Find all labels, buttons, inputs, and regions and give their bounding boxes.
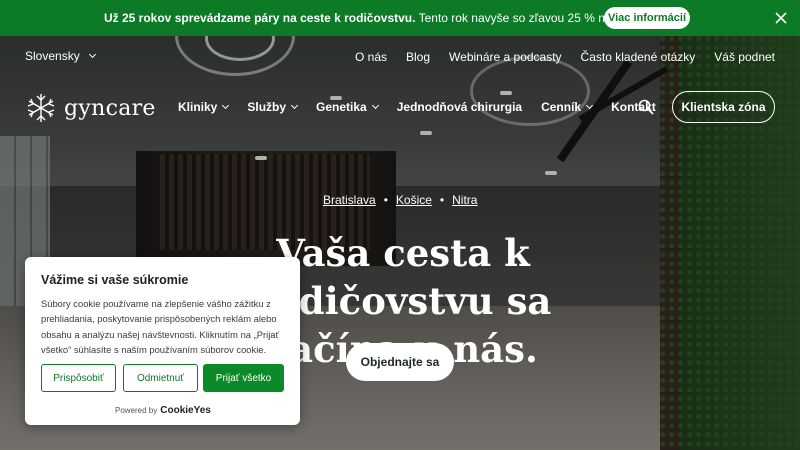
language-label: Slovensky — [25, 49, 80, 63]
brand-name: gyncare — [64, 95, 156, 121]
location-bratislava[interactable]: Bratislava — [323, 193, 376, 207]
location-kosice[interactable]: Košice — [396, 193, 432, 207]
link-faq[interactable]: Často kladené otázky — [581, 50, 696, 64]
nav-label: Jednodňová chirurgia — [396, 100, 523, 114]
search-icon[interactable] — [638, 99, 654, 115]
location-nitra[interactable]: Nitra — [452, 193, 477, 207]
announcement-text: Už 25 rokov sprevádzame páry na ceste k … — [104, 11, 670, 25]
link-blog[interactable]: Blog — [406, 50, 430, 64]
cookie-description: Súbory cookie používame na zlepšenie váš… — [41, 298, 280, 355]
cookie-reject-button[interactable]: Odmietnuť — [123, 364, 198, 392]
cookie-customize-button[interactable]: Prispôsobiť — [41, 364, 116, 392]
close-icon[interactable] — [774, 11, 788, 25]
cookie-title: Vážime si vaše súkromie — [41, 273, 189, 287]
separator-dot: • — [383, 193, 388, 207]
nav-label: Cenník — [541, 100, 582, 114]
cookie-accept-button[interactable]: Prijať všetko — [203, 364, 284, 392]
powered-prefix: Powered by — [115, 406, 158, 415]
nav-label: Genetika — [316, 100, 367, 114]
language-selector[interactable]: Slovensky — [25, 49, 96, 63]
main-nav: Kliniky Služby Genetika Jednodňová chiru… — [178, 100, 656, 114]
utility-links: O nás Blog Webináre a podcasty Často kla… — [355, 50, 775, 64]
announcement-bar: Už 25 rokov sprevádzame páry na ceste k … — [0, 0, 800, 36]
nav-pricing[interactable]: Cenník — [541, 100, 594, 114]
book-appointment-button[interactable]: Objednajte sa — [346, 343, 454, 381]
powered-by: Powered by CookieYes — [115, 405, 211, 416]
nav-label: Kliniky — [178, 100, 218, 114]
chevron-down-icon — [290, 101, 299, 110]
location-links: Bratislava • Košice • Nitra — [323, 193, 477, 207]
separator-dot: • — [439, 193, 445, 207]
link-feedback[interactable]: Váš podnet — [714, 50, 775, 64]
link-webinars[interactable]: Webináre a podcasty — [449, 50, 562, 64]
cookieyes-logo: CookieYes — [160, 405, 211, 416]
client-zone-button[interactable]: Klientska zóna — [672, 91, 775, 123]
chevron-down-icon — [222, 101, 230, 110]
nav-clinics[interactable]: Kliniky — [178, 100, 230, 114]
chevron-down-icon — [586, 101, 594, 110]
brand-logo[interactable]: gyncare — [24, 91, 156, 125]
announcement-bold: Už 25 rokov sprevádzame páry na ceste k … — [104, 11, 416, 25]
nav-label: Služby — [247, 100, 287, 114]
link-about[interactable]: O nás — [355, 50, 387, 64]
chevron-down-icon — [88, 50, 96, 59]
snowflake-logo-icon — [27, 94, 55, 122]
nav-services[interactable]: Služby — [247, 100, 299, 114]
cookie-consent-banner: Vážime si vaše súkromie Súbory cookie po… — [25, 257, 300, 425]
nav-genetics[interactable]: Genetika — [316, 100, 379, 114]
chevron-down-icon — [371, 101, 379, 110]
nav-day-surgery[interactable]: Jednodňová chirurgia — [397, 100, 522, 114]
more-info-button[interactable]: Viac informácií — [604, 7, 690, 29]
